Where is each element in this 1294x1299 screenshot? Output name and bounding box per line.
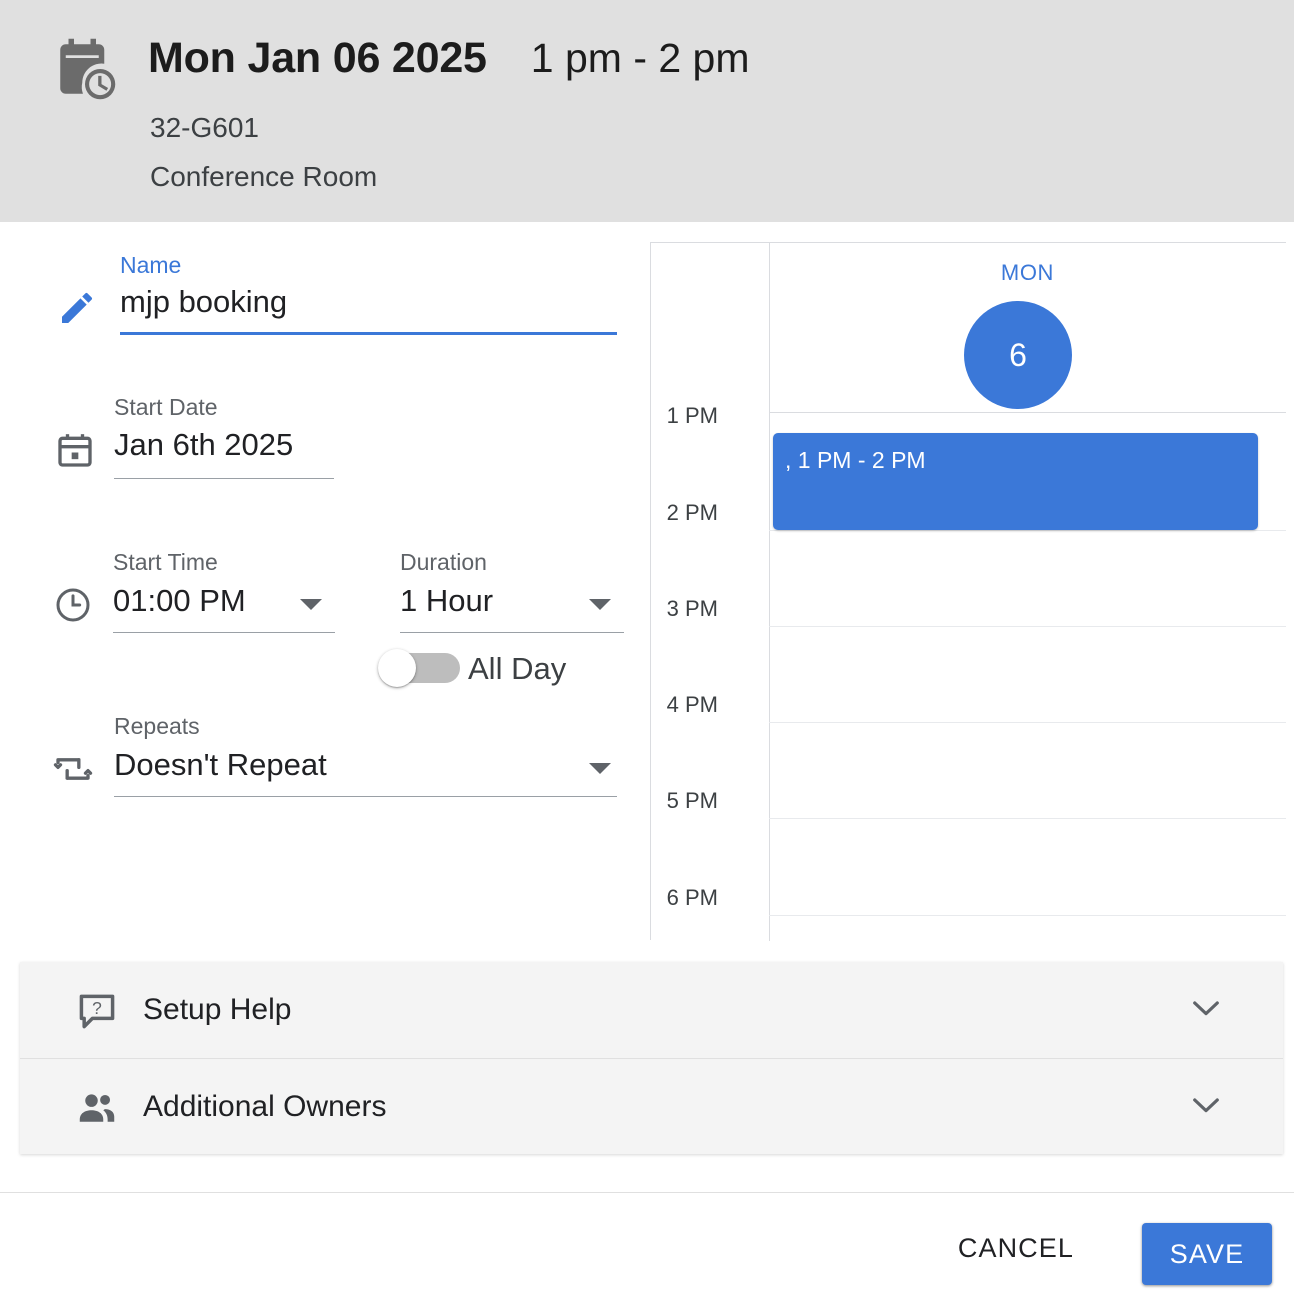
- repeats-select-value[interactable]: Doesn't Repeat: [114, 747, 327, 783]
- calendar-event-label: , 1 PM - 2 PM: [785, 447, 926, 474]
- header-title-row: Mon Jan 06 2025 1 pm - 2 pm: [148, 34, 750, 83]
- all-day-toggle-knob: [378, 649, 416, 687]
- calendar-clock-icon: [52, 36, 118, 102]
- expandable-sections: ? Setup Help Additional Owners: [20, 962, 1283, 1154]
- name-input-underline: [120, 332, 617, 335]
- hour-gridline: [769, 530, 1286, 531]
- repeats-label: Repeats: [114, 713, 200, 740]
- repeats-caret-icon[interactable]: [589, 763, 611, 774]
- day-calendar-preview: MON 6 1 PM 2 PM 3 PM 4 PM 5 PM 6 PM , 1 …: [650, 242, 1286, 940]
- dialog-body: Name mjp booking Start Date Jan 6th 2025…: [0, 222, 1294, 955]
- hour-label: 2 PM: [667, 500, 718, 526]
- dialog-header: Mon Jan 06 2025 1 pm - 2 pm 32-G601 Conf…: [0, 0, 1294, 222]
- chevron-down-icon[interactable]: [1191, 1095, 1221, 1115]
- start-date-underline: [114, 478, 334, 479]
- save-button[interactable]: SAVE: [1142, 1223, 1272, 1285]
- calendar-day-number[interactable]: 6: [964, 301, 1072, 409]
- edit-pencil-icon: [57, 288, 97, 328]
- section-additional-owners[interactable]: Additional Owners: [20, 1058, 1283, 1154]
- section-additional-owners-label: Additional Owners: [143, 1090, 386, 1124]
- help-bubble-icon: ?: [75, 989, 119, 1033]
- calendar-icon: [55, 430, 95, 470]
- duration-label: Duration: [400, 549, 487, 576]
- cancel-button[interactable]: CANCEL: [940, 1221, 1092, 1276]
- section-setup-help-label: Setup Help: [143, 993, 291, 1027]
- hour-gridline: [769, 818, 1286, 819]
- hour-gridline: [769, 722, 1286, 723]
- repeats-underline: [114, 796, 617, 797]
- hour-label: 6 PM: [667, 885, 718, 911]
- calendar-event-block[interactable]: , 1 PM - 2 PM: [773, 433, 1258, 530]
- clock-icon: [53, 585, 93, 625]
- hour-label: 5 PM: [667, 788, 718, 814]
- start-time-caret-icon[interactable]: [300, 599, 322, 610]
- calendar-day-of-week: MON: [769, 260, 1286, 286]
- duration-select-value[interactable]: 1 Hour: [400, 583, 493, 619]
- section-setup-help[interactable]: ? Setup Help: [20, 962, 1283, 1058]
- duration-caret-icon[interactable]: [589, 599, 611, 610]
- hour-gridline: [769, 626, 1286, 627]
- people-icon: [75, 1086, 119, 1130]
- chevron-down-icon[interactable]: [1191, 998, 1221, 1018]
- duration-underline: [400, 632, 624, 633]
- repeat-icon: [53, 749, 93, 789]
- header-room-code: 32-G601: [150, 112, 259, 144]
- all-day-label: All Day: [468, 651, 566, 687]
- header-room-type: Conference Room: [150, 161, 377, 193]
- start-time-label: Start Time: [113, 549, 218, 576]
- header-date: Mon Jan 06 2025: [148, 34, 487, 83]
- all-day-toggle[interactable]: [378, 649, 460, 685]
- hour-gridline: [769, 915, 1286, 916]
- hour-label: 1 PM: [667, 403, 718, 429]
- hour-label: 3 PM: [667, 596, 718, 622]
- booking-form: Name mjp booking Start Date Jan 6th 2025…: [0, 222, 645, 955]
- header-time-range: 1 pm - 2 pm: [531, 35, 750, 82]
- start-time-select-value[interactable]: 01:00 PM: [113, 583, 246, 619]
- start-time-underline: [113, 632, 335, 633]
- dialog-footer: CANCEL SAVE: [0, 1192, 1294, 1299]
- svg-text:?: ?: [92, 998, 102, 1018]
- start-date-input[interactable]: Jan 6th 2025: [114, 427, 293, 463]
- name-field-label: Name: [120, 252, 181, 279]
- calendar-column-divider: [769, 243, 770, 941]
- start-date-label: Start Date: [114, 394, 218, 421]
- name-input[interactable]: mjp booking: [120, 284, 287, 320]
- hour-label: 4 PM: [667, 692, 718, 718]
- calendar-header-separator: [769, 412, 1286, 413]
